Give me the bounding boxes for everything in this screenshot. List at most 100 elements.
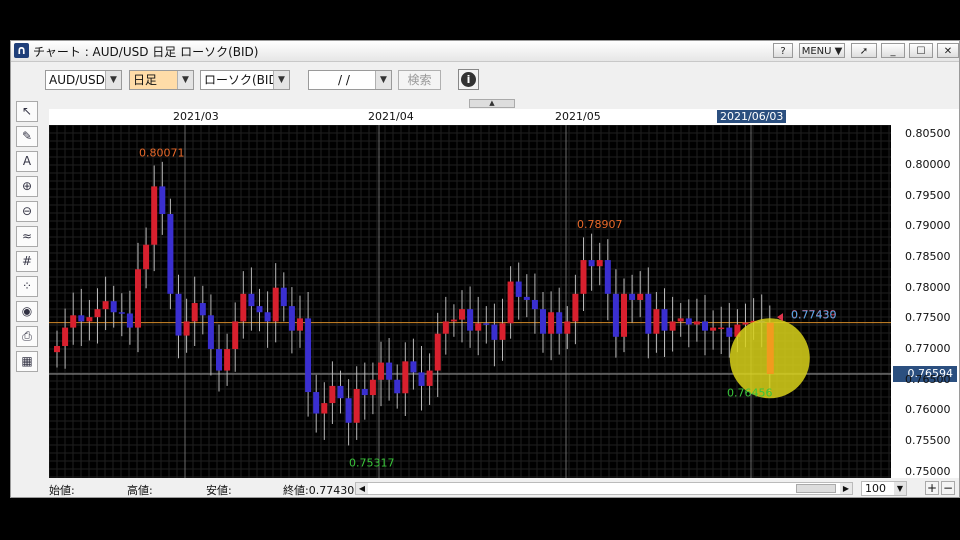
candle-up [232,321,239,350]
candle-down [110,301,117,313]
candle-up [507,281,514,324]
candle-down [207,315,214,350]
cursor-tool-button[interactable]: ↖ [16,101,38,122]
candle-up [710,327,717,331]
price-annotation: 0.80071 [139,147,185,160]
chevron-down-icon: ▼ [273,71,289,89]
scroll-right-icon[interactable]: ▶ [840,483,852,494]
eye-tool-button[interactable]: ◉ [16,301,38,322]
pattern-tool-button[interactable]: ⁘ [16,276,38,297]
candle-up [272,287,279,322]
candle-down [410,361,417,373]
table-tool-button[interactable]: ▦ [16,351,38,372]
price-annotation: 0.78907 [577,218,623,231]
high-value: 高値: [127,484,153,497]
chart-scrollbar[interactable]: ◀ ▶ [355,482,853,495]
chart-area[interactable]: 0.80071 0.78907 0.75317 0.76456 0.77439 0.774… [49,125,891,478]
pair-select[interactable]: AUD/USD ▼ [45,70,122,90]
candle-up [191,303,198,322]
zoom-value: 100 [865,482,886,495]
open-value: 始値: [49,484,75,497]
print-tool-button[interactable]: ⎙ [16,326,38,347]
candle-up [321,403,328,414]
candle-down [726,327,733,337]
maximize-button[interactable]: ☐ [909,43,933,58]
candle-up [564,321,571,334]
all-delete-tool-button[interactable]: A [16,151,38,172]
candle-down [337,385,344,399]
zoom-out-button[interactable]: − [941,481,955,495]
zoom-select[interactable]: 100 ▼ [861,481,907,496]
status-bar: 始値: 高値: 安値: 終値:0.77430 ◀ ▶ 100 ▼ + − [49,481,959,497]
number-display-tool-button[interactable]: # [16,251,38,272]
chart-type-value: ローソク(BID) [204,73,283,87]
indicator-tool-button[interactable]: ≈ [16,226,38,247]
date-label: 2021/05 [555,110,601,123]
candle-up [434,333,441,371]
cursor-icon: ↖ [21,104,33,118]
low-value: 安値: [206,484,232,497]
price-tick-label: 0.79000 [905,219,951,233]
candle-current [766,322,774,375]
timeframe-value: 日足 [133,73,158,87]
candle-up [450,319,457,322]
price-tick-label: 0.80500 [905,127,951,141]
candle-down [491,324,498,340]
candle-down [645,293,652,334]
candle-up [143,244,150,270]
candlestick-chart[interactable]: 0.800710.789070.753170.764560.774390.774… [49,125,891,478]
zoom-out-tool-button[interactable]: ⊖ [16,201,38,222]
candle-up [86,317,93,322]
candle-down [604,260,611,294]
candle-up [224,349,231,371]
price-tick-label: 0.75500 [905,434,951,448]
candle-down [661,309,668,331]
price-tick-label: 0.77000 [905,342,951,356]
scroll-left-icon[interactable]: ◀ [356,483,368,494]
candle-down [629,293,636,300]
app-logo-icon: ∩ [14,43,29,58]
menu-button[interactable]: MENU ▼ [799,43,845,58]
date-input[interactable]: / / ▼ [308,70,392,90]
candle-down [167,214,174,294]
date-label: 2021/04 [368,110,414,123]
pencil-tool-button[interactable]: ✎ [16,126,38,147]
timeframe-select[interactable]: 日足 ▼ [129,70,194,90]
zoom-in-icon: ⊕ [21,179,33,193]
candle-down [531,299,538,310]
candle-down [394,379,401,394]
candle-down [540,309,546,334]
candle-down [126,313,133,328]
candle-up [70,315,77,328]
candle-down [256,306,263,313]
chart-type-select[interactable]: ローソク(BID) ▼ [200,70,290,90]
pattern-icon: ⁘ [21,279,33,293]
collapse-panel-button[interactable]: ▲ [469,99,515,108]
close-button[interactable]: ✕ [937,43,959,58]
date-label-highlight: 2021/06/03 [717,110,787,123]
candle-up [637,293,644,300]
candle-up [621,293,627,337]
candle-up [378,362,384,380]
candle-down [612,293,619,337]
candle-up [669,321,676,331]
price-tick-label: 0.76000 [905,403,951,417]
title-bar: ∩ チャート : AUD/USD 日足 ローソク(BID) ? MENU ▼ ➚… [11,41,959,62]
number-display-icon: # [21,254,33,268]
candle-up [677,318,684,322]
scroll-thumb[interactable] [796,484,836,493]
left-toolbar: ↖ ✎ A ⊕ ⊖ ≈ # ⁘ ◉ ⎙ ▦ [16,101,42,376]
candle-up [402,361,409,394]
help-button[interactable]: ? [773,43,793,58]
search-button[interactable]: 検索 [398,70,441,90]
info-button[interactable]: i [458,69,479,90]
pin-button[interactable]: ➚ [851,43,877,58]
chart-window: ∩ チャート : AUD/USD 日足 ローソク(BID) ? MENU ▼ ➚… [10,40,960,498]
candle-up [353,388,360,423]
candle-down [702,321,708,331]
candle-down [305,318,312,393]
zoom-in-button[interactable]: + [925,481,939,495]
minimize-button[interactable]: _ [881,43,905,58]
zoom-in-tool-button[interactable]: ⊕ [16,176,38,197]
window-title: チャート : AUD/USD 日足 ローソク(BID) [33,45,259,59]
